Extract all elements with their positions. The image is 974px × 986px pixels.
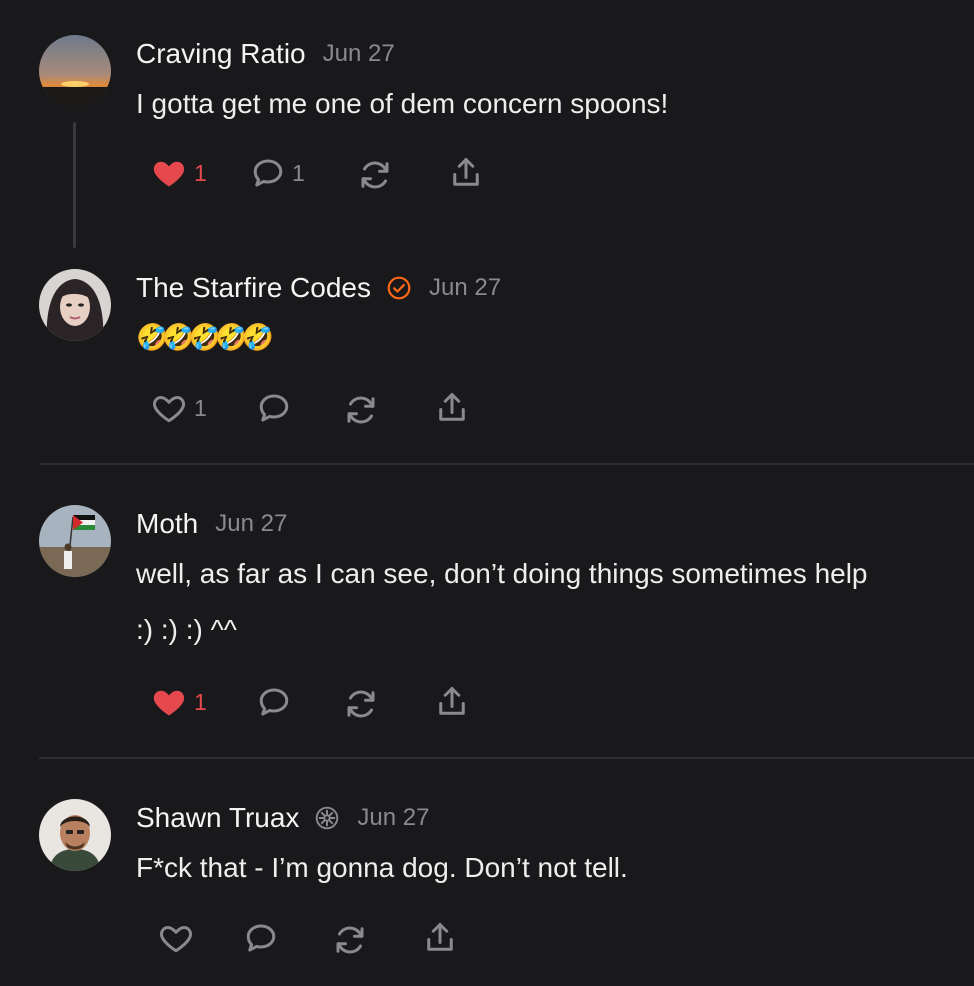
- comment-text-line-2: :) :) :) ^^: [136, 614, 237, 645]
- comment-date[interactable]: Jun 27: [357, 804, 429, 832]
- reply-button[interactable]: [256, 390, 292, 426]
- verified-check-icon: [386, 275, 412, 301]
- flag-avatar-icon: [39, 505, 111, 577]
- like-count: 1: [194, 159, 207, 186]
- restack-button[interactable]: [332, 922, 368, 958]
- restack-button[interactable]: [357, 157, 393, 193]
- comment-date[interactable]: Jun 27: [215, 510, 287, 538]
- like-button[interactable]: [157, 920, 195, 956]
- comment-bubble-icon: [259, 394, 289, 422]
- comment-header: Craving Ratio Jun 27: [136, 38, 395, 70]
- author-name[interactable]: Moth: [136, 508, 198, 540]
- comment-text: well, as far as I can see, don’t doing t…: [136, 558, 868, 589]
- share-button[interactable]: [448, 155, 484, 191]
- founding-badge-icon: [314, 805, 340, 831]
- author-name[interactable]: The Starfire Codes: [136, 272, 371, 304]
- avatar-starfire-codes[interactable]: [39, 269, 111, 341]
- avatar-moth[interactable]: [39, 505, 111, 577]
- like-button[interactable]: 1: [150, 155, 207, 191]
- comment-bubble-icon: [246, 924, 276, 952]
- comment-header: Moth Jun 27: [136, 508, 287, 540]
- share-icon: [427, 923, 453, 951]
- comment-text: F*ck that - I’m gonna dog. Don’t not tel…: [136, 852, 628, 883]
- heart-filled-icon: [153, 690, 185, 716]
- avatar-shawn-truax[interactable]: [39, 799, 111, 871]
- comment-divider: [39, 757, 974, 759]
- comment-bubble-icon: [259, 688, 289, 716]
- comment-divider: [39, 463, 974, 465]
- comment-date[interactable]: Jun 27: [323, 40, 395, 68]
- share-icon: [453, 158, 479, 186]
- like-count: 1: [194, 688, 207, 715]
- comment-header: The Starfire Codes Jun 27: [136, 272, 501, 304]
- share-button[interactable]: [434, 684, 470, 720]
- restack-icon: [361, 161, 389, 189]
- heart-outline-icon: [160, 926, 192, 953]
- reply-button[interactable]: [256, 684, 292, 720]
- sunset-avatar-icon: [39, 35, 111, 107]
- comment-date[interactable]: Jun 27: [429, 274, 501, 302]
- restack-icon: [336, 926, 364, 954]
- comment-header: Shawn Truax Jun 27: [136, 802, 429, 834]
- author-name[interactable]: Craving Ratio: [136, 38, 306, 70]
- comment-text: I gotta get me one of dem concern spoons…: [136, 88, 669, 119]
- restack-icon: [347, 396, 375, 424]
- heart-outline-icon: [153, 396, 185, 423]
- reply-button[interactable]: [243, 920, 279, 956]
- author-name[interactable]: Shawn Truax: [136, 802, 299, 834]
- share-icon: [439, 687, 465, 715]
- share-icon: [439, 393, 465, 421]
- reply-button[interactable]: 1: [250, 155, 305, 191]
- man-avatar-icon: [39, 799, 111, 871]
- like-button[interactable]: 1: [150, 390, 207, 426]
- share-button[interactable]: [422, 920, 458, 956]
- reply-count: 1: [292, 159, 305, 186]
- thread-line: [73, 122, 76, 248]
- heart-filled-icon: [153, 161, 185, 187]
- woman-avatar-icon: [39, 269, 111, 341]
- share-button[interactable]: [434, 390, 470, 426]
- restack-icon: [347, 690, 375, 718]
- comment-bubble-icon: [253, 159, 283, 187]
- restack-button[interactable]: [343, 392, 379, 428]
- restack-button[interactable]: [343, 686, 379, 722]
- like-button[interactable]: 1: [150, 684, 207, 720]
- comment-text: 🤣🤣🤣🤣🤣: [136, 322, 274, 352]
- avatar-craving-ratio[interactable]: [39, 35, 111, 107]
- like-count: 1: [194, 394, 207, 421]
